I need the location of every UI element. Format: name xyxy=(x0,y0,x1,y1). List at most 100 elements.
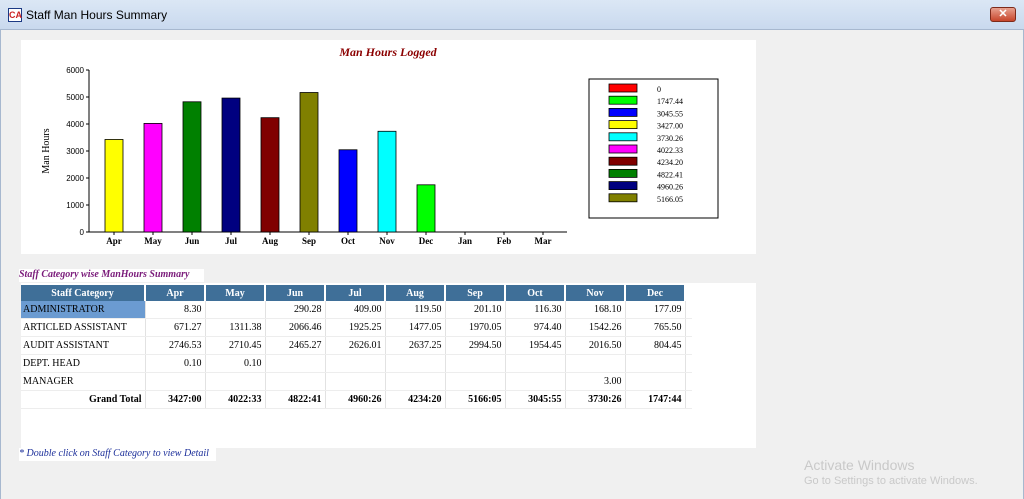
hours-cell[interactable]: 0.10 xyxy=(145,354,206,373)
table-row[interactable]: AUDIT ASSISTANT 2746.53 2710.45 2465.27 2626… xyxy=(21,336,692,355)
hours-cell[interactable] xyxy=(265,372,326,391)
summary-grid: Staff Category Apr May Jun Jul Aug Sep Oct Nov De… xyxy=(21,285,692,409)
table-row[interactable]: DEPT. HEAD 0.10 0.10 xyxy=(21,354,692,373)
legend-label: 1747.44 xyxy=(657,97,683,106)
y-tick-label: 3000 xyxy=(66,147,84,156)
hours-cell[interactable]: 2746.53 xyxy=(145,336,206,355)
hours-cell[interactable]: 1311.38 xyxy=(205,318,266,337)
hours-cell[interactable]: 2994.50 xyxy=(445,336,506,355)
column-header-jun[interactable]: Jun xyxy=(265,285,326,301)
hours-cell[interactable]: 2710.45 xyxy=(205,336,266,355)
hours-cell[interactable] xyxy=(325,372,386,391)
legend-swatch xyxy=(608,83,638,93)
grand-total-cell[interactable]: 4234:20 xyxy=(385,390,446,409)
grand-total-cell[interactable]: 3045:55 xyxy=(505,390,566,409)
hours-cell[interactable] xyxy=(445,372,506,391)
column-header-aug[interactable]: Aug xyxy=(385,285,446,301)
hours-cell[interactable]: 2066.46 xyxy=(265,318,326,337)
column-header-spacer xyxy=(685,285,692,301)
hours-cell[interactable]: 0.10 xyxy=(205,354,266,373)
hours-cell[interactable]: 1925.25 xyxy=(325,318,386,337)
hours-cell[interactable] xyxy=(445,354,506,373)
column-header-nov[interactable]: Nov xyxy=(565,285,626,301)
table-row[interactable]: MANAGER 3.00 xyxy=(21,372,692,391)
bar-jun xyxy=(182,101,202,233)
hours-cell[interactable]: 3.00 xyxy=(565,372,626,391)
hours-cell[interactable] xyxy=(265,354,326,373)
hours-cell[interactable]: 201.10 xyxy=(445,301,506,319)
hours-cell[interactable] xyxy=(385,372,446,391)
column-header-oct[interactable]: Oct xyxy=(505,285,566,301)
hours-cell[interactable]: 974.40 xyxy=(505,318,566,337)
hours-cell[interactable]: 765.50 xyxy=(625,318,686,337)
row-spacer xyxy=(685,301,692,319)
close-button[interactable]: ✕ xyxy=(990,7,1016,22)
hours-cell[interactable] xyxy=(385,354,446,373)
hours-cell[interactable]: 2016.50 xyxy=(565,336,626,355)
hours-cell[interactable] xyxy=(565,354,626,373)
hours-cell[interactable]: 804.45 xyxy=(625,336,686,355)
activate-windows-title: Activate Windows xyxy=(804,457,915,473)
chart-panel: Man Hours Logged Man Hours 0 1000 2000 3000 40… xyxy=(21,40,756,254)
hours-cell[interactable]: 2465.27 xyxy=(265,336,326,355)
grand-total-cell[interactable]: 3427:00 xyxy=(145,390,206,409)
grand-total-label[interactable]: Grand Total xyxy=(21,390,146,409)
column-header-jul[interactable]: Jul xyxy=(325,285,386,301)
legend-swatch xyxy=(608,156,638,166)
hours-cell[interactable] xyxy=(625,372,686,391)
grand-total-cell[interactable]: 4960:26 xyxy=(325,390,386,409)
hours-cell[interactable] xyxy=(625,354,686,373)
hours-cell[interactable] xyxy=(205,301,266,319)
summary-title: Staff Category wise ManHours Summary xyxy=(19,269,204,282)
column-header-may[interactable]: May xyxy=(205,285,266,301)
legend-label: 0 xyxy=(657,85,661,94)
grand-total-cell[interactable]: 3730:26 xyxy=(565,390,626,409)
hours-cell[interactable]: 1954.45 xyxy=(505,336,566,355)
grand-total-cell[interactable]: 5166:05 xyxy=(445,390,506,409)
hours-cell[interactable] xyxy=(505,354,566,373)
hours-cell[interactable]: 1970.05 xyxy=(445,318,506,337)
staff-category-cell[interactable]: MANAGER xyxy=(21,372,146,391)
staff-category-cell[interactable]: ARTICLED ASSISTANT xyxy=(21,318,146,337)
window-title: Staff Man Hours Summary xyxy=(26,8,168,22)
table-row[interactable]: ADMINISTRATOR 8.30 290.28 409.00 119.50 201.1… xyxy=(21,301,692,319)
hours-cell[interactable]: 1542.26 xyxy=(565,318,626,337)
staff-category-cell[interactable]: ADMINISTRATOR xyxy=(21,301,146,319)
hours-cell[interactable]: 409.00 xyxy=(325,301,386,319)
column-header-apr[interactable]: Apr xyxy=(145,285,206,301)
y-tick-label: 1000 xyxy=(66,201,84,210)
staff-category-cell[interactable]: DEPT. HEAD xyxy=(21,354,146,373)
hours-cell[interactable]: 290.28 xyxy=(265,301,326,319)
x-tick-label: Aug xyxy=(262,236,279,246)
grand-total-cell[interactable]: 1747:44 xyxy=(625,390,686,409)
grand-total-cell[interactable]: 4022:33 xyxy=(205,390,266,409)
hours-cell[interactable]: 2626.01 xyxy=(325,336,386,355)
y-tick-label: 5000 xyxy=(66,93,84,102)
hours-cell[interactable] xyxy=(205,372,266,391)
title-bar: CA Staff Man Hours Summary ✕ xyxy=(0,0,1024,30)
hours-cell[interactable] xyxy=(145,372,206,391)
hours-cell[interactable]: 116.30 xyxy=(505,301,566,319)
hours-cell[interactable]: 1477.05 xyxy=(385,318,446,337)
column-header-dec[interactable]: Dec xyxy=(625,285,686,301)
y-tick-label: 2000 xyxy=(66,174,84,183)
column-header-sep[interactable]: Sep xyxy=(445,285,506,301)
legend-label: 4234.20 xyxy=(657,158,683,167)
grand-total-cell[interactable]: 4822:41 xyxy=(265,390,326,409)
hours-cell[interactable]: 168.10 xyxy=(565,301,626,319)
hours-cell[interactable] xyxy=(325,354,386,373)
hours-cell[interactable]: 671.27 xyxy=(145,318,206,337)
hours-cell[interactable]: 119.50 xyxy=(385,301,446,319)
legend-swatch xyxy=(608,144,638,154)
column-header-staff-category[interactable]: Staff Category xyxy=(21,285,146,301)
staff-category-cell[interactable]: AUDIT ASSISTANT xyxy=(21,336,146,355)
hours-cell[interactable]: 2637.25 xyxy=(385,336,446,355)
x-tick-label: Sep xyxy=(302,236,316,246)
hours-cell[interactable]: 8.30 xyxy=(145,301,206,319)
legend-swatch xyxy=(608,193,638,203)
hours-cell[interactable] xyxy=(505,372,566,391)
grand-total-row[interactable]: Grand Total 3427:00 4022:33 4822:41 4960:26 4… xyxy=(21,390,692,409)
hours-cell[interactable]: 177.09 xyxy=(625,301,686,319)
table-row[interactable]: ARTICLED ASSISTANT 671.27 1311.38 2066.46 19… xyxy=(21,318,692,337)
bar-dec xyxy=(416,184,436,233)
